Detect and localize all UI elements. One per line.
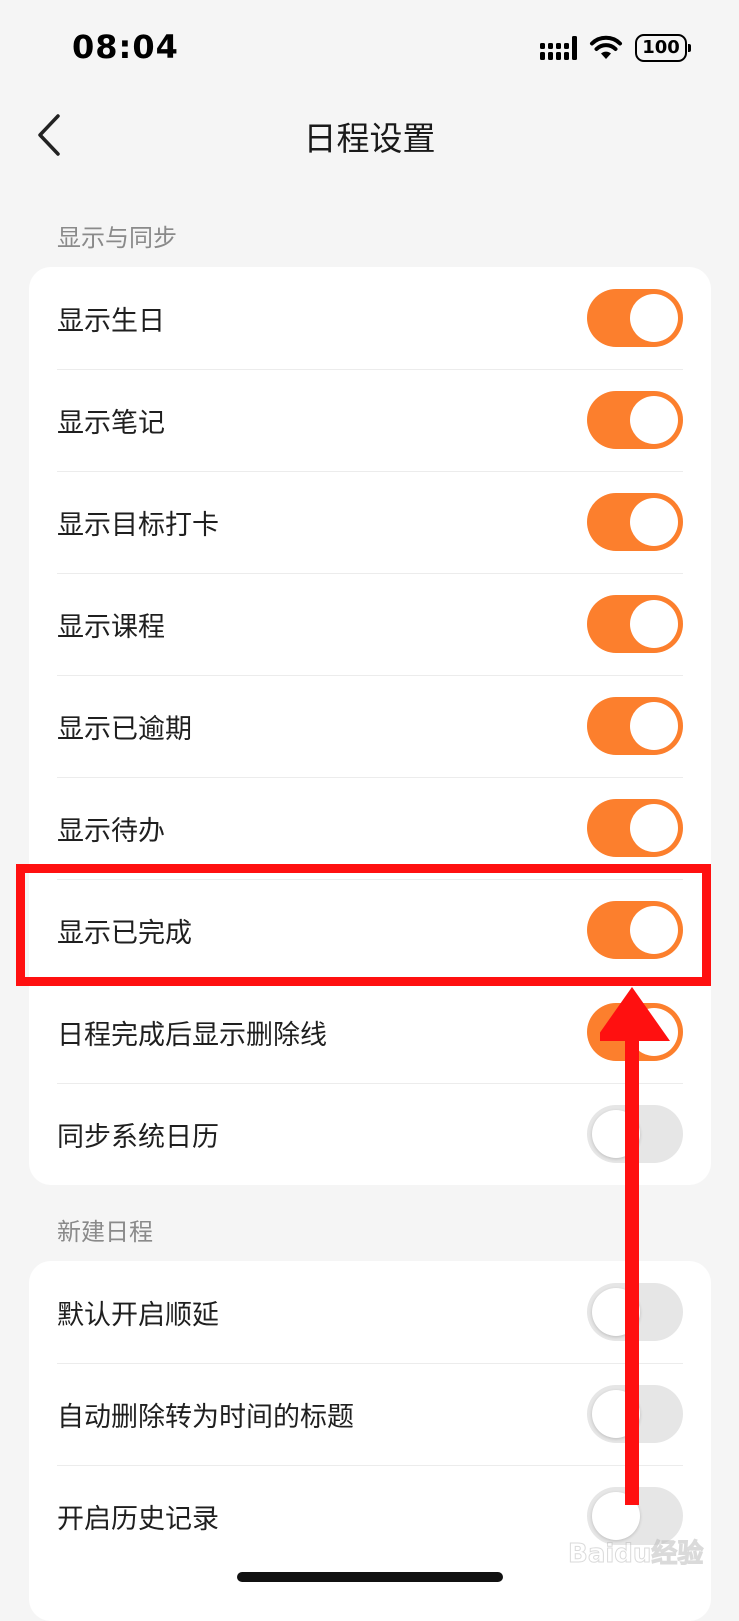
status-bar: 08:04 100 <box>0 0 739 100</box>
setting-row-enable-history: 开启历史记录 <box>29 1465 711 1567</box>
show-courses-toggle[interactable] <box>587 595 683 653</box>
setting-row-sync-system-calendar: 同步系统日历 <box>29 1083 711 1185</box>
setting-label: 自动删除转为时间的标题 <box>57 1401 354 1433</box>
setting-row-show-notes: 显示笔记 <box>29 369 711 471</box>
toggle-knob <box>630 498 678 546</box>
setting-label: 显示已逾期 <box>57 713 192 745</box>
setting-row-show-goal-checkin: 显示目标打卡 <box>29 471 711 573</box>
show-notes-toggle[interactable] <box>587 391 683 449</box>
setting-row-show-courses: 显示课程 <box>29 573 711 675</box>
toggle-knob <box>630 804 678 852</box>
status-time: 08:04 <box>72 28 179 66</box>
setting-label: 显示已完成 <box>57 917 192 949</box>
setting-label: 显示待办 <box>57 815 165 847</box>
nav-header: 日程设置 <box>0 100 739 170</box>
show-overdue-toggle[interactable] <box>587 697 683 755</box>
wifi-icon <box>590 35 622 59</box>
setting-row-auto-delete-time-title: 自动删除转为时间的标题 <box>29 1363 711 1465</box>
setting-label: 日程完成后显示删除线 <box>57 1019 327 1051</box>
settings-card-display-sync: 显示生日 显示笔记 显示目标打卡 显示课程 显示已逾期 显示待办 显示已完成 日… <box>29 267 711 1185</box>
battery-level: 100 <box>642 37 680 58</box>
sync-system-calendar-toggle[interactable] <box>587 1105 683 1163</box>
setting-label: 显示笔记 <box>57 407 165 439</box>
toggle-knob <box>630 906 678 954</box>
auto-delete-time-title-toggle[interactable] <box>587 1385 683 1443</box>
setting-row-strikethrough-completed: 日程完成后显示删除线 <box>29 981 711 1083</box>
setting-label: 同步系统日历 <box>57 1121 219 1153</box>
toggle-knob <box>592 1288 640 1336</box>
show-birthday-toggle[interactable] <box>587 289 683 347</box>
show-goal-checkin-toggle[interactable] <box>587 493 683 551</box>
section-label-new-schedule: 新建日程 <box>57 1218 153 1246</box>
show-completed-toggle[interactable] <box>587 901 683 959</box>
home-indicator[interactable] <box>237 1572 503 1582</box>
status-icons: 100 <box>539 34 691 62</box>
toggle-knob <box>592 1492 640 1540</box>
setting-row-show-birthday: 显示生日 <box>29 267 711 369</box>
battery-icon: 100 <box>635 34 691 62</box>
cellular-signal-icon <box>540 36 577 60</box>
setting-label: 显示生日 <box>57 305 165 337</box>
setting-row-show-overdue: 显示已逾期 <box>29 675 711 777</box>
page-title: 日程设置 <box>303 119 436 158</box>
setting-row-show-todo: 显示待办 <box>29 777 711 879</box>
setting-label: 显示目标打卡 <box>57 509 219 541</box>
strikethrough-completed-toggle[interactable] <box>587 1003 683 1061</box>
setting-row-default-postpone: 默认开启顺延 <box>29 1261 711 1363</box>
toggle-knob <box>630 600 678 648</box>
toggle-knob <box>630 396 678 444</box>
setting-label: 开启历史记录 <box>57 1503 219 1535</box>
setting-row-show-completed: 显示已完成 <box>29 879 711 981</box>
setting-label: 默认开启顺延 <box>57 1299 219 1331</box>
default-postpone-toggle[interactable] <box>587 1283 683 1341</box>
toggle-knob <box>630 1008 678 1056</box>
section-label-display-sync: 显示与同步 <box>57 224 177 252</box>
toggle-knob <box>630 702 678 750</box>
toggle-knob <box>592 1110 640 1158</box>
enable-history-toggle[interactable] <box>587 1487 683 1545</box>
setting-label: 显示课程 <box>57 611 165 643</box>
toggle-knob <box>630 294 678 342</box>
toggle-knob <box>592 1390 640 1438</box>
show-todo-toggle[interactable] <box>587 799 683 857</box>
settings-card-new-schedule: 默认开启顺延 自动删除转为时间的标题 开启历史记录 <box>29 1261 711 1621</box>
